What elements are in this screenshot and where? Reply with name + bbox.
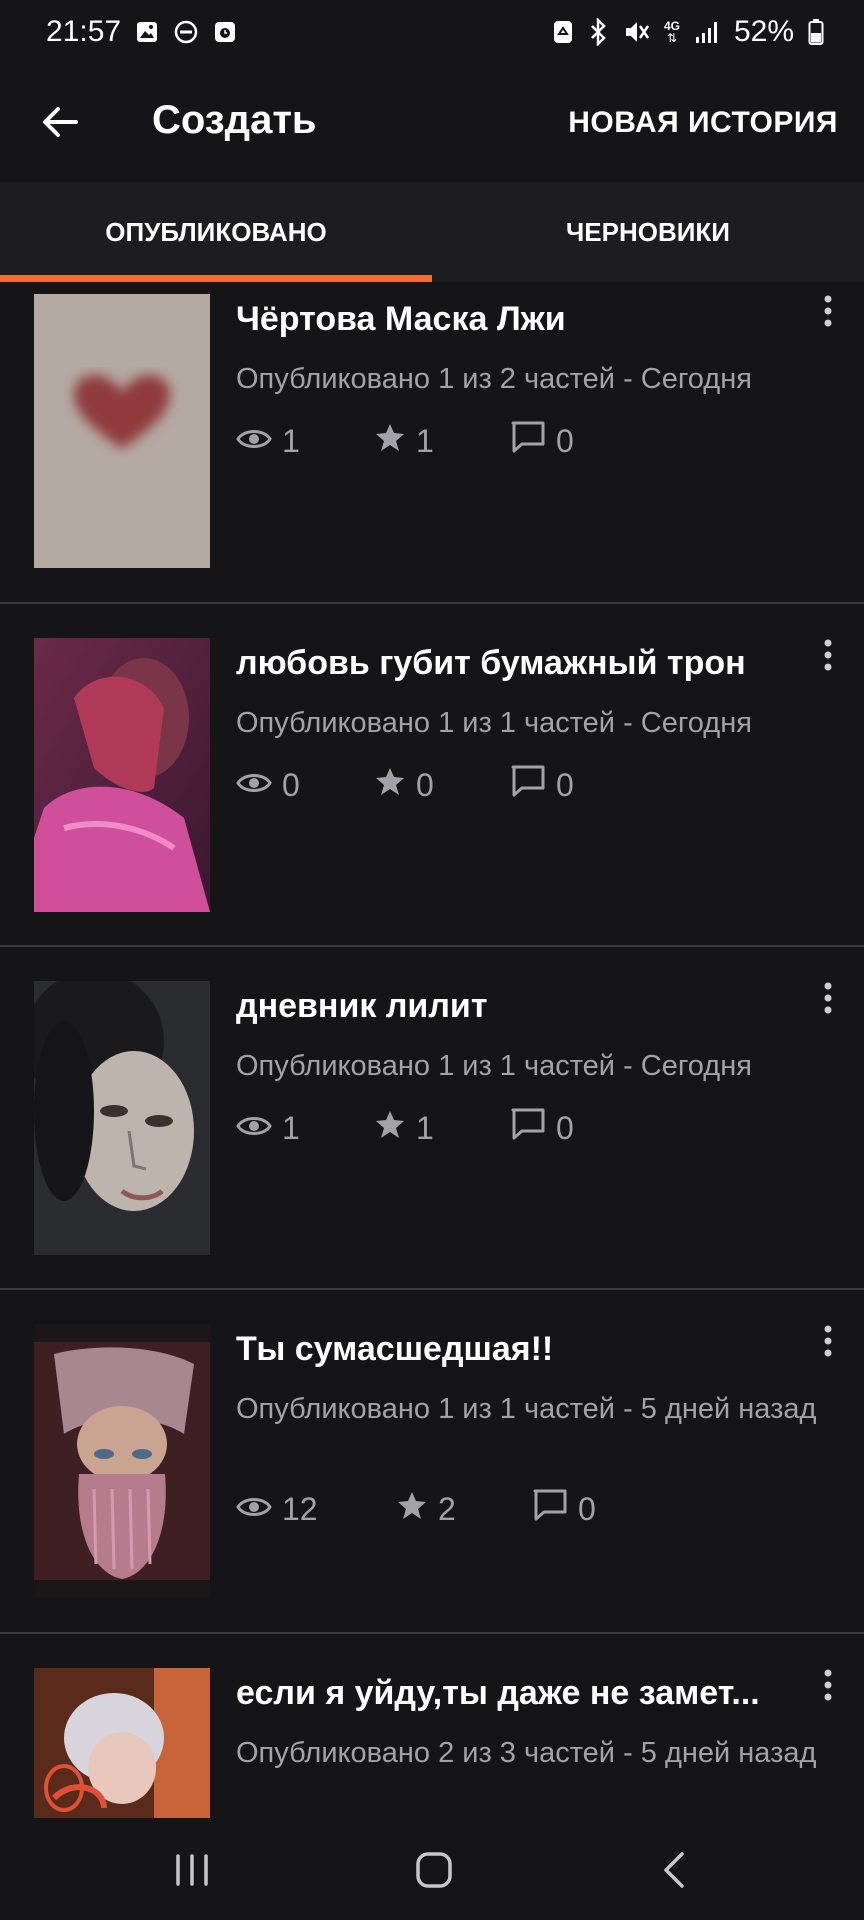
dnd-icon	[173, 19, 199, 45]
more-options-icon[interactable]	[818, 979, 838, 1019]
story-title[interactable]: Чёртова Маска Лжи	[236, 300, 786, 339]
story-cover[interactable]	[34, 1324, 210, 1598]
comments-count: 0	[578, 1490, 596, 1527]
mute-icon	[622, 18, 650, 46]
more-options-icon[interactable]	[818, 292, 838, 332]
comments-stat: 0	[510, 764, 574, 806]
image-icon	[135, 20, 159, 44]
views-stat: 1	[236, 1110, 374, 1147]
story-meta: Опубликовано 1 из 1 частей - Сегодня	[236, 1050, 752, 1082]
story-title[interactable]: если я уйду,ты даже не замет...	[236, 1674, 786, 1713]
views-count: 1	[282, 1109, 300, 1146]
story-stats: 12 2 0	[236, 1488, 596, 1530]
tab-drafts[interactable]: ЧЕРНОВИКИ	[432, 182, 864, 282]
views-count: 0	[282, 766, 300, 803]
bluetooth-icon	[588, 18, 608, 46]
views-stat: 1	[236, 423, 374, 460]
views-count: 1	[282, 422, 300, 459]
story-stats: 1 1 0	[236, 1107, 574, 1149]
nav-back-icon[interactable]	[652, 1846, 700, 1894]
story-meta: Опубликовано 2 из 3 частей - 5 дней наза…	[236, 1737, 817, 1769]
tab-bar: ОПУБЛИКОВАНО ЧЕРНОВИКИ	[0, 182, 864, 282]
system-nav-bar	[0, 1818, 864, 1920]
story-item[interactable]: любовь губит бумажный трон Опубликовано …	[0, 602, 864, 945]
story-item[interactable]: если я уйду,ты даже не замет... Опублико…	[0, 1632, 864, 1818]
comments-stat: 0	[532, 1488, 596, 1530]
views-stat: 0	[236, 767, 374, 804]
votes-count: 2	[438, 1490, 456, 1527]
status-right: 4G ⇅ 52%	[552, 15, 824, 49]
more-options-icon[interactable]	[818, 1322, 838, 1362]
story-stats: 0 0 0	[236, 764, 574, 806]
recycle-icon	[552, 19, 574, 45]
story-title[interactable]: любовь губит бумажный трон	[236, 644, 786, 683]
story-cover[interactable]	[34, 294, 210, 568]
more-options-icon[interactable]	[818, 636, 838, 676]
4g-icon: 4G ⇅	[663, 19, 680, 45]
story-title[interactable]: дневник лилит	[236, 987, 786, 1026]
app-bar: Создать НОВАЯ ИСТОРИЯ	[0, 64, 864, 182]
votes-count: 1	[416, 422, 434, 459]
clock-app-icon	[213, 20, 237, 44]
story-cover[interactable]	[34, 638, 210, 912]
eye-icon	[236, 767, 272, 804]
comments-count: 0	[556, 1109, 574, 1146]
comments-stat: 0	[510, 1107, 574, 1149]
story-meta: Опубликовано 1 из 2 частей - Сегодня	[236, 363, 752, 395]
eye-icon	[236, 1491, 272, 1528]
battery-icon	[808, 18, 824, 46]
comment-icon	[510, 420, 546, 462]
story-meta: Опубликовано 1 из 1 частей - Сегодня	[236, 707, 752, 739]
story-item[interactable]: Чёртова Маска Лжи Опубликовано 1 из 2 ча…	[0, 282, 864, 625]
story-cover[interactable]	[34, 981, 210, 1255]
story-item[interactable]: дневник лилит Опубликовано 1 из 1 частей…	[0, 945, 864, 1288]
votes-count: 1	[416, 1109, 434, 1146]
story-cover[interactable]	[34, 1668, 210, 1818]
status-left: 21:57	[46, 15, 237, 49]
votes-count: 0	[416, 766, 434, 803]
comments-count: 0	[556, 422, 574, 459]
comment-icon	[510, 1107, 546, 1149]
back-arrow-icon[interactable]	[40, 102, 80, 142]
star-icon	[374, 421, 406, 461]
signal-icon	[694, 19, 720, 45]
battery-percent: 52%	[733, 15, 794, 48]
page-title: Создать	[152, 98, 317, 142]
views-stat: 12	[236, 1491, 396, 1528]
more-options-icon[interactable]	[818, 1666, 838, 1706]
story-title[interactable]: Ты сумасшедшая!!	[236, 1330, 786, 1369]
star-icon	[374, 1108, 406, 1148]
eye-icon	[236, 1110, 272, 1147]
comment-icon	[510, 764, 546, 806]
story-meta: Опубликовано 1 из 1 частей - 5 дней наза…	[236, 1393, 817, 1425]
status-time: 21:57	[46, 15, 122, 48]
votes-stat: 1	[374, 421, 510, 461]
star-icon	[374, 765, 406, 805]
star-icon	[396, 1489, 428, 1529]
views-count: 12	[282, 1490, 318, 1527]
story-list: Чёртова Маска Лжи Опубликовано 1 из 2 ча…	[0, 282, 864, 1818]
eye-icon	[236, 423, 272, 460]
new-story-button[interactable]: НОВАЯ ИСТОРИЯ	[568, 106, 838, 140]
status-bar: 21:57 4G ⇅ 52%	[0, 0, 864, 64]
story-item[interactable]: Ты сумасшедшая!! Опубликовано 1 из 1 час…	[0, 1288, 864, 1632]
tab-published[interactable]: ОПУБЛИКОВАНО	[0, 182, 432, 282]
recents-icon[interactable]	[168, 1846, 216, 1894]
comments-count: 0	[556, 766, 574, 803]
story-stats: 1 1 0	[236, 420, 574, 462]
votes-stat: 1	[374, 1108, 510, 1148]
votes-stat: 0	[374, 765, 510, 805]
votes-stat: 2	[396, 1489, 532, 1529]
home-icon[interactable]	[410, 1846, 458, 1894]
comment-icon	[532, 1488, 568, 1530]
comments-stat: 0	[510, 420, 574, 462]
